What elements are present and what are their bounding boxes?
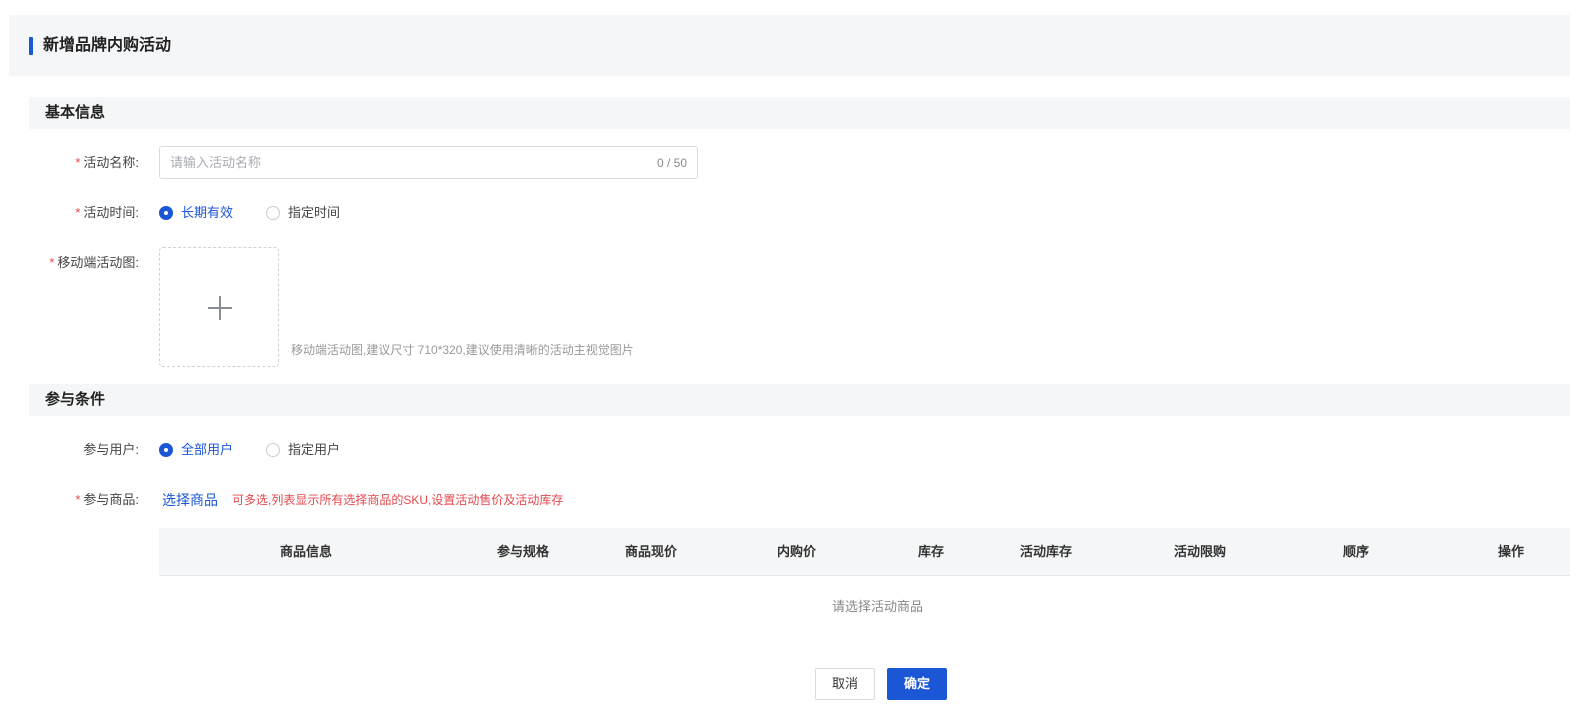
- radio-unchecked-icon: [266, 206, 280, 220]
- char-counter: 0 / 50: [656, 156, 687, 170]
- page-header: 新增品牌内购活动: [9, 15, 1570, 76]
- section-basic-info: 基本信息: [29, 97, 1570, 129]
- column-header: 操作: [1498, 544, 1525, 559]
- participating-users-label: 参与用户:: [83, 442, 139, 457]
- activity-name-field[interactable]: 0 / 50: [159, 146, 698, 179]
- goods-table-header: 商品信息 参与规格 商品现价 内购价 库存 活动库存 活动限购 顺序 操作: [159, 528, 1570, 576]
- radio-specified-time[interactable]: 指定时间: [266, 204, 340, 222]
- radio-checked-icon: [159, 206, 173, 220]
- radio-unchecked-icon: [266, 443, 280, 457]
- column-header: 库存: [918, 544, 945, 559]
- upload-tip: 移动端活动图,建议尺寸 710*320,建议使用清晰的活动主视觉图片: [291, 343, 634, 357]
- radio-long-term[interactable]: 长期有效: [159, 204, 233, 222]
- section-title: 基本信息: [45, 104, 106, 121]
- radio-all-users[interactable]: 全部用户: [159, 441, 233, 459]
- activity-time-label: * 活动时间:: [75, 205, 139, 220]
- page-title: 新增品牌内购活动: [43, 37, 172, 54]
- table-empty-text: 请选择活动商品: [832, 599, 924, 614]
- section-conditions: 参与条件: [29, 384, 1570, 416]
- column-header: 活动限购: [1174, 544, 1227, 559]
- plus-icon: [208, 296, 232, 320]
- participating-goods-label: * 参与商品:: [75, 492, 139, 507]
- required-mark: *: [75, 205, 81, 220]
- activity-name-input[interactable]: [170, 147, 640, 178]
- column-header: 参与规格: [497, 544, 550, 559]
- select-goods-link[interactable]: 选择商品: [162, 490, 218, 510]
- radio-checked-icon: [159, 443, 173, 457]
- required-mark: *: [75, 492, 81, 507]
- confirm-button[interactable]: 确定: [887, 668, 947, 700]
- column-header: 商品信息: [280, 544, 333, 559]
- title-accent-bar: [29, 37, 33, 55]
- column-header: 活动库存: [1020, 544, 1073, 559]
- goods-tip: 可多选,列表显示所有选择商品的SKU,设置活动售价及活动库存: [232, 493, 564, 507]
- radio-specified-users[interactable]: 指定用户: [266, 441, 340, 459]
- mobile-image-label: * 移动端活动图:: [49, 255, 139, 270]
- column-header: 商品现价: [625, 544, 678, 559]
- required-mark: *: [49, 255, 55, 270]
- image-upload-button[interactable]: [159, 247, 279, 367]
- column-header: 内购价: [777, 544, 817, 559]
- column-header: 顺序: [1343, 544, 1370, 559]
- cancel-button[interactable]: 取消: [815, 668, 875, 700]
- section-title: 参与条件: [45, 391, 106, 408]
- required-mark: *: [75, 155, 81, 170]
- activity-name-label: * 活动名称:: [75, 155, 139, 170]
